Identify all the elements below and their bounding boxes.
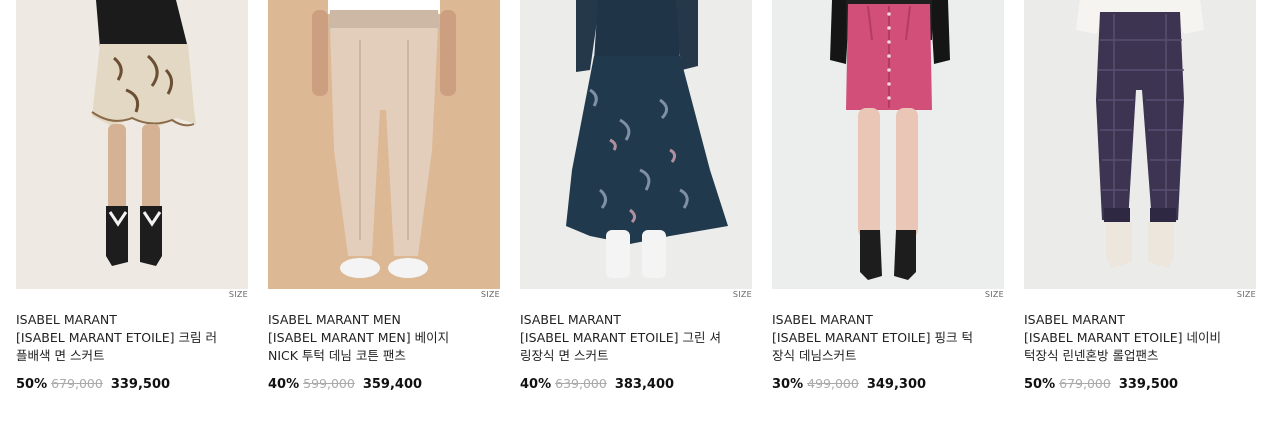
price-row: 40% 639,000 383,400 [520,376,674,392]
product-image[interactable] [268,0,500,289]
sale-price: 339,500 [110,377,171,392]
product-image[interactable] [520,0,752,289]
product-brand[interactable]: ISABEL MARANT [1024,312,1125,327]
product-name[interactable]: [ISABEL MARANT ETOILE] 핑크 턱장식 데님스커트 [772,329,982,364]
product-image[interactable] [16,0,248,289]
product-card[interactable]: SIZE ISABEL MARANT MEN [ISABEL MARANT ME… [268,0,500,392]
sale-price: 339,500 [1118,377,1179,392]
product-card[interactable]: SIZE ISABEL MARANT [ISABEL MARANT ETOILE… [16,0,248,392]
price-row: 40% 599,000 359,400 [268,376,422,392]
size-option-label[interactable]: SIZE [229,290,248,299]
product-grid: SIZE ISABEL MARANT [ISABEL MARANT ETOILE… [0,0,1264,427]
product-image[interactable] [772,0,1004,289]
size-option-label[interactable]: SIZE [1237,290,1256,299]
discount-rate: 40% [520,377,552,392]
original-price: 639,000 [555,376,607,391]
original-price: 499,000 [807,376,859,391]
product-brand[interactable]: ISABEL MARANT MEN [268,312,401,327]
product-card[interactable]: SIZE ISABEL MARANT [ISABEL MARANT ETOILE… [1024,0,1256,392]
discount-rate: 50% [16,377,48,392]
original-price: 599,000 [303,376,355,391]
original-price: 679,000 [51,376,103,391]
size-option-label[interactable]: SIZE [481,290,500,299]
sale-price: 383,400 [614,377,675,392]
product-name[interactable]: [ISABEL MARANT ETOILE] 크림 러플배색 면 스커트 [16,329,226,364]
price-row: 30% 499,000 349,300 [772,376,926,392]
product-image[interactable] [1024,0,1256,289]
sale-price: 359,400 [362,377,423,392]
size-option-label[interactable]: SIZE [985,290,1004,299]
product-name[interactable]: [ISABEL MARANT ETOILE] 네이비 턱장식 린넨혼방 롤업팬츠 [1024,329,1234,364]
original-price: 679,000 [1059,376,1111,391]
product-card[interactable]: SIZE ISABEL MARANT [ISABEL MARANT ETOILE… [520,0,752,392]
product-brand[interactable]: ISABEL MARANT [772,312,873,327]
price-row: 50% 679,000 339,500 [1024,376,1178,392]
product-name[interactable]: [ISABEL MARANT ETOILE] 그린 셔링장식 면 스커트 [520,329,730,364]
sale-price: 349,300 [866,377,927,392]
product-brand[interactable]: ISABEL MARANT [16,312,117,327]
price-row: 50% 679,000 339,500 [16,376,170,392]
product-card[interactable]: SIZE ISABEL MARANT [ISABEL MARANT ETOILE… [772,0,1004,392]
discount-rate: 50% [1024,377,1056,392]
product-name[interactable]: [ISABEL MARANT MEN] 베이지 NICK 투턱 데님 코튼 팬츠 [268,329,478,364]
discount-rate: 40% [268,377,300,392]
product-brand[interactable]: ISABEL MARANT [520,312,621,327]
size-option-label[interactable]: SIZE [733,290,752,299]
discount-rate: 30% [772,377,804,392]
